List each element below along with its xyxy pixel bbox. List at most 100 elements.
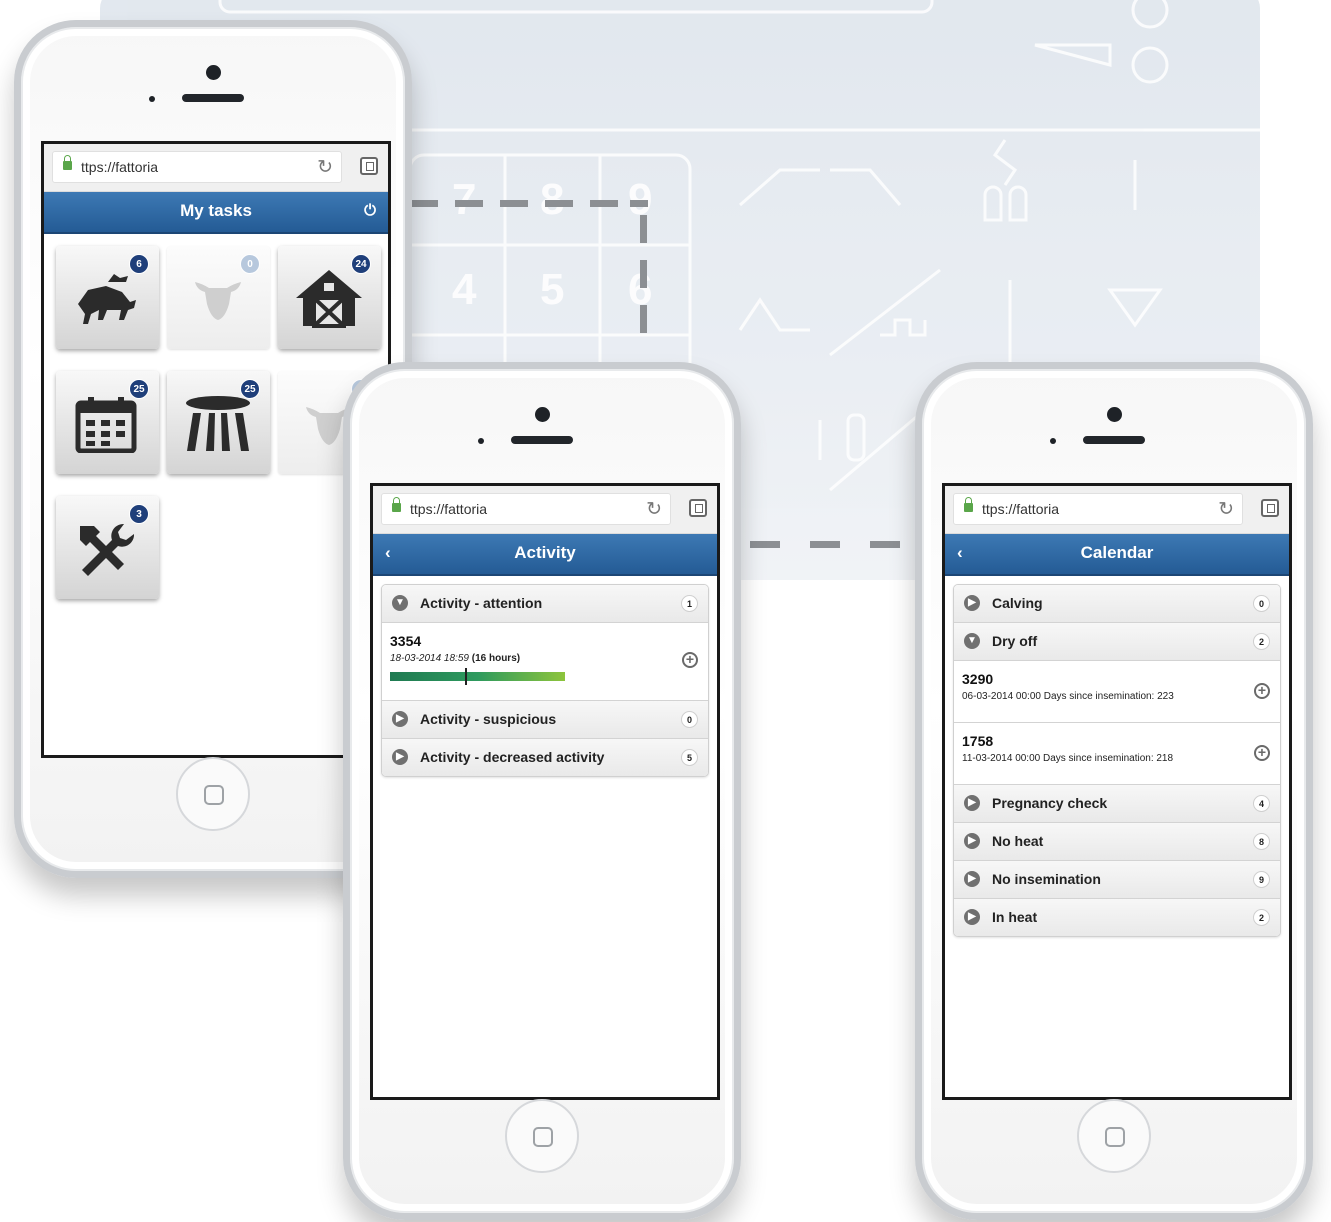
item-detail: 11-03-2014 00:00 Days since insemination… (962, 753, 1174, 764)
count-bubble: 8 (1253, 833, 1270, 850)
keypad-5: 5 (540, 265, 565, 314)
chevron-down-icon: ▼ (964, 633, 980, 649)
item-duration: (16 hours) (471, 653, 521, 664)
animal-id: 3354 (390, 633, 422, 649)
home-square-icon (1105, 1127, 1125, 1147)
tabs-icon[interactable] (360, 157, 378, 175)
group-label: Calving (992, 595, 1043, 611)
earpiece-speaker (1083, 436, 1145, 444)
activity-level-marker (465, 668, 468, 685)
address-field[interactable]: ttps://fattoria ↻ (381, 493, 671, 525)
home-square-icon (204, 785, 224, 805)
home-button[interactable] (176, 757, 250, 831)
count-bubble: 2 (1253, 909, 1270, 926)
list-item[interactable]: 1758 11-03-2014 00:00 Days since insemin… (954, 723, 1280, 785)
tile-milking[interactable]: 25 (167, 371, 270, 474)
address-field[interactable]: ttps://fattoria ↻ (52, 151, 342, 183)
tile-badge: 3 (129, 504, 149, 524)
back-chevron-icon[interactable]: ‹ (957, 534, 963, 572)
tile-maintenance[interactable]: 3 (56, 496, 159, 599)
browser-url-bar: ttps://fattoria ↻ (945, 486, 1289, 534)
tile-barn[interactable]: 24 (278, 246, 381, 349)
group-header[interactable]: ▶ Activity - decreased activity 5 (382, 739, 708, 776)
tile-badge: 24 (351, 254, 371, 274)
group-header[interactable]: ▶ No heat 8 (954, 823, 1280, 861)
reload-icon[interactable]: ↻ (646, 498, 662, 521)
calendar-icon (75, 397, 137, 453)
group-header[interactable]: ▶ Pregnancy check 4 (954, 785, 1280, 823)
reload-icon[interactable]: ↻ (1218, 498, 1234, 521)
tile-cow[interactable]: 0 (167, 246, 270, 349)
item-date: 18-03-2014 18:59 (390, 653, 469, 664)
group-header[interactable]: ▶ In heat 2 (954, 899, 1280, 936)
tile-badge: 25 (129, 379, 149, 399)
cows-mating-icon (78, 274, 136, 324)
add-circle-icon[interactable]: + (1254, 683, 1270, 699)
group-header[interactable]: ▶ Calving 0 (954, 585, 1280, 623)
tile-breeding[interactable]: 6 (56, 246, 159, 349)
count-bubble: 4 (1253, 795, 1270, 812)
url-text: ttps://fattoria (81, 159, 159, 175)
phone-calendar: ttps://fattoria ↻ ‹ Calendar ▶ Calving 0… (915, 362, 1313, 1220)
tile-badge: 6 (129, 254, 149, 274)
tile-calendar[interactable]: 25 (56, 371, 159, 474)
list-item[interactable]: 3290 06-03-2014 00:00 Days since insemin… (954, 661, 1280, 723)
screen: ttps://fattoria ↻ My tasks ⏻ 6 0 24 25 2… (41, 141, 391, 758)
group-label: Activity - suspicious (420, 711, 557, 727)
tabs-icon[interactable] (1261, 499, 1279, 517)
count-bubble: 1 (681, 595, 698, 612)
chevron-right-icon: ▶ (964, 909, 980, 925)
header-bar: My tasks ⏻ (44, 192, 388, 234)
tile-badge: 25 (240, 379, 260, 399)
power-icon[interactable]: ⏻ (364, 192, 376, 230)
home-button[interactable] (1077, 1099, 1151, 1173)
reload-icon[interactable]: ↻ (317, 156, 333, 179)
tools-icon (80, 523, 135, 576)
group-header[interactable]: ▼ Dry off 2 (954, 623, 1280, 661)
group-header[interactable]: ▶ No insemination 9 (954, 861, 1280, 899)
activity-level-bar (390, 668, 565, 685)
add-circle-icon[interactable]: + (682, 652, 698, 668)
group-label: Activity - decreased activity (420, 749, 605, 765)
activity-list: ▼ Activity - attention 1 3354 18-03-2014… (381, 584, 709, 777)
lock-icon (964, 497, 973, 512)
animal-id: 3290 (962, 671, 994, 687)
item-timestamp: 18-03-2014 18:59 (16 hours) (390, 653, 708, 664)
group-label: In heat (992, 909, 1038, 925)
count-bubble: 9 (1253, 871, 1270, 888)
address-field[interactable]: ttps://fattoria ↻ (953, 493, 1243, 525)
tile-badge: 0 (240, 254, 260, 274)
keypad-4: 4 (452, 265, 477, 314)
back-chevron-icon[interactable]: ‹ (385, 534, 391, 572)
header-bar: ‹ Calendar (945, 534, 1289, 576)
url-text: ttps://fattoria (410, 501, 488, 517)
add-circle-icon[interactable]: + (1254, 745, 1270, 761)
chevron-right-icon: ▶ (392, 711, 408, 727)
group-label: Dry off (992, 633, 1038, 649)
header-bar: ‹ Activity (373, 534, 717, 576)
front-camera (535, 407, 550, 422)
tabs-icon[interactable] (689, 499, 707, 517)
earpiece-speaker (511, 436, 573, 444)
page-title: Activity (514, 543, 576, 562)
group-header[interactable]: ▼ Activity - attention 1 (382, 585, 708, 623)
milking-unit-icon (186, 396, 250, 451)
browser-url-bar: ttps://fattoria ↻ (44, 144, 388, 192)
item-detail: 06-03-2014 00:00 Days since insemination… (962, 691, 1174, 702)
chevron-down-icon: ▼ (392, 595, 408, 611)
group-label: No heat (992, 833, 1044, 849)
count-bubble: 0 (681, 711, 698, 728)
chevron-right-icon: ▶ (964, 795, 980, 811)
url-text: ttps://fattoria (982, 501, 1060, 517)
count-bubble: 0 (1253, 595, 1270, 612)
chevron-right-icon: ▶ (964, 595, 980, 611)
group-header[interactable]: ▶ Activity - suspicious 0 (382, 701, 708, 739)
count-bubble: 5 (681, 749, 698, 766)
lock-icon (63, 155, 72, 170)
calendar-list: ▶ Calving 0 ▼ Dry off 2 3290 06-03-2014 … (953, 584, 1281, 937)
home-button[interactable] (505, 1099, 579, 1173)
list-item[interactable]: 3354 18-03-2014 18:59 (16 hours) + (382, 623, 708, 701)
cow-head-icon (195, 282, 241, 320)
front-camera (206, 65, 221, 80)
group-label: No insemination (992, 871, 1101, 887)
